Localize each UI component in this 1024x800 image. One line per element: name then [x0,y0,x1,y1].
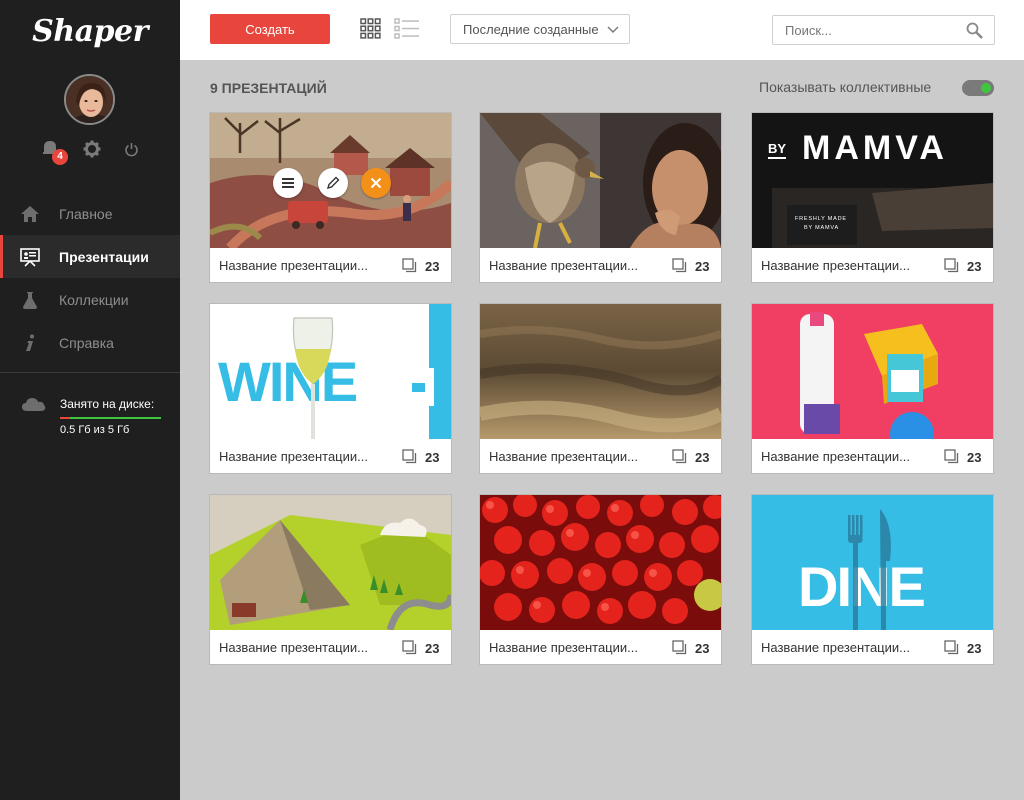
presentation-title[interactable]: Название презентации... [489,449,638,464]
slides-icon [672,640,687,655]
shared-toggle[interactable] [962,80,994,96]
menu-button[interactable] [273,168,303,198]
presentation-thumbnail[interactable] [752,304,993,439]
presentation-thumbnail[interactable]: WINE [210,304,451,439]
presentation-title[interactable]: Название презентации... [489,640,638,655]
chevron-down-icon [607,26,619,33]
presentation-card[interactable]: DINE Название презентации... 23 [751,494,994,665]
grid-view-icon[interactable] [360,18,381,39]
brand-sub-2: BY MAMVA [804,225,839,231]
avatar[interactable] [64,74,115,125]
sidebar-item-presentations[interactable]: Презентации [0,235,180,278]
sidebar-item-home[interactable]: Главное [0,192,180,235]
close-icon [370,177,382,189]
toggle-knob [981,83,991,93]
sidebar: Shaper 4 Главное Презентации Коллекции С… [0,0,180,800]
slides-count: 23 [695,259,710,274]
presentation-thumbnail[interactable]: BY MAMVA FRESHLY MADE BY MAMVA [752,113,993,248]
presentations-count: 9 ПРЕЗЕНТАЦИЙ [210,80,327,96]
create-button[interactable]: Создать [210,14,330,44]
user-actions: 4 [40,138,150,165]
search-input[interactable] [773,16,963,44]
slides-count: 23 [695,641,710,656]
presentation-thumbnail[interactable] [210,495,451,630]
presentation-title[interactable]: Название презентации... [761,449,910,464]
presentation-thumbnail[interactable] [480,113,721,248]
disk-usage-value: 0.5 Гб из 5 Гб [60,424,130,436]
slides-icon [402,449,417,464]
presentation-card[interactable]: Название презентации... 23 [479,494,722,665]
presentation-card[interactable]: BY MAMVA FRESHLY MADE BY MAMVA Название … [751,112,994,283]
slides-icon [402,640,417,655]
notification-badge: 4 [52,149,68,165]
presentation-icon [20,248,40,267]
slides-count: 23 [425,259,440,274]
presentation-title[interactable]: Название презентации... [219,258,368,273]
sort-value: Последние созданные [463,22,599,37]
brand-title: MAMVA [802,129,948,167]
sidebar-item-help[interactable]: Справка [0,321,180,364]
presentation-thumbnail[interactable] [480,304,721,439]
top-toolbar: Создать Последние созданные [180,0,1024,60]
thumbnail-word: WINE [218,350,357,413]
presentation-title[interactable]: Название презентации... [761,640,910,655]
slides-count: 23 [695,450,710,465]
presentation-card[interactable]: Название презентации... 23 [479,303,722,474]
sidebar-item-label: Справка [59,334,114,351]
app-logo[interactable]: Shaper [0,14,180,49]
slides-count: 23 [967,259,982,274]
brand-prefix: BY [768,141,786,156]
slides-count: 23 [967,641,982,656]
search-icon[interactable] [966,22,983,39]
gear-icon[interactable] [83,140,101,158]
sidebar-item-collections[interactable]: Коллекции [0,278,180,321]
slides-icon [672,258,687,273]
shared-toggle-label: Показывать коллективные [759,79,932,95]
presentation-title[interactable]: Название презентации... [219,449,368,464]
slides-icon [944,449,959,464]
edit-button[interactable] [318,168,348,198]
presentation-title[interactable]: Название презентации... [489,258,638,273]
disk-usage-fill [60,417,71,419]
search-box [772,15,995,45]
list-view-icon[interactable] [394,18,419,39]
disk-usage-label: Занято на диске: [60,397,155,411]
presentation-thumbnail[interactable]: DINE [752,495,993,630]
info-icon [26,334,34,351]
menu-icon [282,178,294,188]
home-icon [21,206,39,222]
flask-icon [23,292,37,309]
sidebar-item-label: Презентации [59,248,149,265]
sidebar-divider [0,372,180,373]
slides-count: 23 [967,450,982,465]
sidebar-nav: Главное Презентации Коллекции Справка [0,192,180,364]
presentation-card[interactable]: Название презентации... 23 [751,303,994,474]
sidebar-item-label: Главное [59,205,113,222]
presentation-card[interactable]: WINE Название презентации... 23 [209,303,452,474]
presentation-title[interactable]: Название презентации... [219,640,368,655]
presentation-thumbnail[interactable] [480,495,721,630]
slides-icon [672,449,687,464]
presentation-card[interactable]: Название презентации... 23 [209,494,452,665]
cloud-icon [22,398,46,411]
delete-button[interactable] [361,168,391,198]
slides-icon [944,640,959,655]
sidebar-item-label: Коллекции [59,291,129,308]
thumbnail-word: DINE [798,555,924,618]
disk-usage-bar [60,417,161,419]
presentation-title[interactable]: Название презентации... [761,258,910,273]
brand-sub-1: FRESHLY MADE [795,216,847,222]
slides-count: 23 [425,450,440,465]
presentation-card[interactable]: Название презентации... 23 [209,112,452,283]
presentation-card[interactable]: Название презентации... 23 [479,112,722,283]
sort-dropdown[interactable]: Последние созданные [450,14,630,44]
slides-count: 23 [425,641,440,656]
pencil-icon [326,176,340,190]
slides-icon [402,258,417,273]
power-icon[interactable] [124,142,139,157]
slides-icon [944,258,959,273]
